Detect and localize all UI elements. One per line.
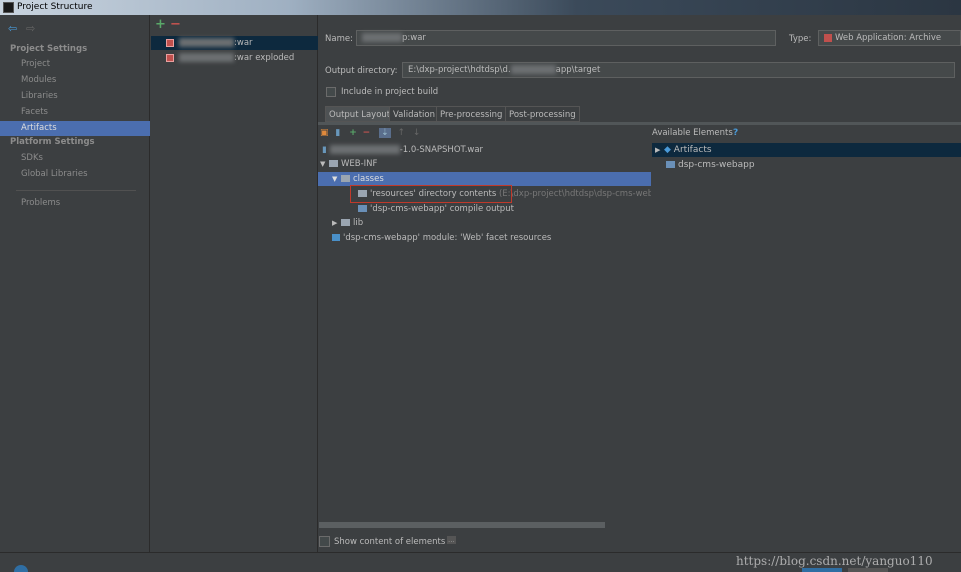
include-build-checkbox[interactable] [326,87,336,97]
module-icon [358,205,367,212]
artifacts-icon: ◆ [664,145,671,155]
output-dir-label: Output directory: [325,66,398,76]
artifact-icon [166,39,174,47]
expand-icon[interactable]: ▼ [332,172,341,186]
title-bar: Project Structure [0,0,961,15]
tree-root-war[interactable]: ▮ -1.0-SNAPSHOT.war [318,143,651,157]
name-input[interactable]: p:war [356,30,776,46]
type-select[interactable]: Web Application: Archive [818,30,961,46]
sidebar-item-problems[interactable]: Problems [0,196,150,211]
available-artifacts[interactable]: ▶ ◆ Artifacts [652,143,961,157]
sidebar-item-sdks[interactable]: SDKs [0,151,150,166]
available-elements-title: Available Elements [652,128,733,138]
layout-toolbar: ▣ ▮ + − ⇣ ↑ ↓ [320,128,420,138]
tree-path: (E:\dxp-project\hdtdsp\dsp-cms-webapp [498,189,651,199]
output-dir-part1: E:\dxp-project\hdtdsp\d. [408,65,511,75]
artifact-label: :war [234,38,253,48]
type-value: Web Application: Archive [835,33,942,43]
output-dir-input[interactable]: E:\dxp-project\hdtdsp\d. app\target [402,62,955,78]
watermark: https://blog.csdn.net/yanguo110 [736,554,933,568]
folder-icon [341,219,350,226]
tree-label: WEB-INF [341,159,378,169]
tree-label: 'dsp-cms-webapp' module: 'Web' facet res… [343,233,552,243]
archive-icon: ▮ [322,145,327,155]
archive-icon[interactable]: ▮ [335,128,340,138]
artifact-label: :war exploded [234,53,295,63]
sort-icon[interactable]: ⇣ [379,128,391,138]
tab-divider [318,122,961,125]
more-button[interactable]: ... [447,536,456,544]
add-element-icon[interactable]: + [349,128,357,138]
folder-icon [329,160,338,167]
tree-label: classes [353,174,384,184]
divider [16,190,136,191]
help-button[interactable] [14,565,28,572]
expand-icon[interactable]: ▼ [320,157,329,171]
include-build-label: Include in project build [341,87,439,97]
available-label: Artifacts [673,145,712,155]
expand-icon[interactable]: ▶ [655,143,664,157]
facet-icon [332,234,340,241]
artifact-item-war-exploded[interactable]: :war exploded [151,51,318,65]
help-icon[interactable]: ? [733,128,738,138]
artifact-item-war[interactable]: :war [151,36,318,50]
sidebar-item-global-libraries[interactable]: Global Libraries [0,167,150,182]
tree-label: 'dsp-cms-webapp' compile output [370,204,514,214]
sidebar-item-artifacts[interactable]: Artifacts [0,121,150,136]
output-dir-part2: app\target [555,65,601,75]
move-down-icon[interactable]: ↓ [413,128,421,138]
sidebar-item-libraries[interactable]: Libraries [0,89,150,104]
section-project-settings: Project Settings [10,44,88,54]
tab-validation[interactable]: Validation [389,106,439,122]
tree-lib[interactable]: ▶ lib [318,216,651,230]
sidebar-item-project[interactable]: Project [0,57,150,72]
sidebar: ⇦ ⇨ Project Settings Project Modules Lib… [0,15,150,552]
back-arrow-icon[interactable]: ⇦ [8,22,17,35]
cancel-button[interactable] [848,568,888,572]
sidebar-item-modules[interactable]: Modules [0,73,150,88]
collapse-icon[interactable]: ▶ [332,216,341,230]
tab-pre-processing[interactable]: Pre-processing [436,106,507,122]
show-content-checkbox[interactable] [319,536,330,547]
tree-classes[interactable]: ▼ classes [318,172,651,186]
tree-compile-output[interactable]: 'dsp-cms-webapp' compile output [318,202,651,216]
horizontal-scrollbar[interactable] [319,522,605,528]
section-platform-settings: Platform Settings [10,137,95,147]
name-value: p:war [402,33,426,43]
folder-icon [341,175,350,182]
remove-artifact-button[interactable]: − [170,17,181,32]
app-icon [3,2,14,13]
tree-facet-resources[interactable]: 'dsp-cms-webapp' module: 'Web' facet res… [318,231,651,245]
tree-label: -1.0-SNAPSHOT.war [399,145,484,155]
forward-arrow-icon[interactable]: ⇨ [26,22,35,35]
available-label: dsp-cms-webapp [678,160,755,170]
new-folder-icon[interactable]: ▣ [320,128,329,138]
tab-post-processing[interactable]: Post-processing [505,106,580,122]
add-artifact-button[interactable]: + [155,17,166,32]
move-up-icon[interactable]: ↑ [397,128,405,138]
module-icon [666,161,675,168]
artifact-list-panel: + − :war :war exploded [151,15,318,552]
archive-icon [824,33,832,42]
highlight-box [350,185,512,203]
remove-element-icon[interactable]: − [363,128,371,138]
type-label: Type: [789,34,812,44]
sidebar-item-facets[interactable]: Facets [0,105,150,120]
name-label: Name: [325,34,353,44]
window-title: Project Structure [17,2,93,12]
show-content-label: Show content of elements [334,537,446,547]
artifact-icon [166,54,174,62]
tab-output-layout[interactable]: Output Layout [325,106,395,122]
ok-button[interactable] [802,568,842,572]
tree-label: lib [353,218,364,228]
available-module[interactable]: dsp-cms-webapp [666,158,755,172]
tree-webinf[interactable]: ▼ WEB-INF [318,157,651,171]
